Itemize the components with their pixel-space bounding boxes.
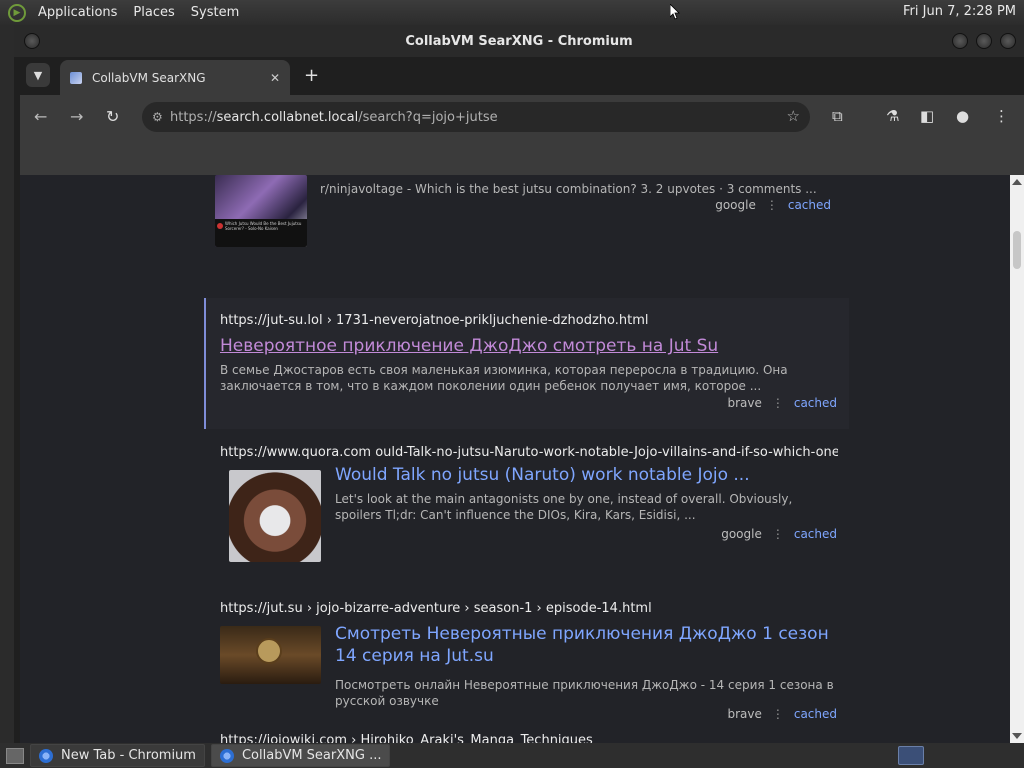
result-snippet: В семье Джостаров есть своя маленькая из… [220, 363, 788, 393]
result-title-link[interactable]: Невероятное приключение ДжоДжо смотреть … [220, 336, 718, 356]
top-panel: ▶ Applications Places System Fri Jun 7, … [0, 0, 1024, 25]
cached-link[interactable]: cached [794, 396, 837, 410]
maximize-button[interactable] [976, 33, 992, 49]
scroll-up-arrow-icon[interactable] [1012, 179, 1022, 185]
scrollbar-thumb[interactable] [1013, 231, 1021, 269]
bottom-taskbar: New Tab - Chromium CollabVM SearXNG ... [0, 743, 1024, 768]
labs-flask-icon[interactable]: ⚗ [886, 107, 899, 125]
forward-arrow-icon[interactable]: → [70, 107, 83, 126]
kebab-menu-icon[interactable]: ⋮ [994, 107, 1009, 125]
result-meta: brave ⋮ cached [727, 707, 837, 721]
search-result-1: r/ninjavoltage - Which is the best jutsu… [320, 175, 840, 225]
taskbar-item-new-tab[interactable]: New Tab - Chromium [30, 744, 205, 767]
extensions-puzzle-icon[interactable]: ⧉ [832, 107, 843, 125]
page-scrollbar[interactable] [1010, 175, 1024, 743]
profile-avatar-icon[interactable]: ● [956, 107, 969, 125]
result-engine: brave [727, 396, 762, 410]
result-thumbnail[interactable] [220, 626, 321, 684]
window-title: CollabVM SearXNG - Chromium [405, 33, 633, 49]
cached-link[interactable]: cached [794, 527, 837, 541]
window-menu-button[interactable] [24, 33, 40, 49]
result-thumbnail[interactable] [229, 470, 321, 562]
reload-icon[interactable]: ↻ [106, 107, 119, 126]
chevron-down-icon: ▼ [33, 68, 43, 82]
chromium-icon [39, 748, 53, 763]
scroll-down-arrow-icon[interactable] [1012, 733, 1022, 739]
show-desktop-icon[interactable] [6, 747, 24, 764]
search-result-2: https://jut-su.lol › 1731-neverojatnoe-p… [204, 298, 849, 429]
result-url[interactable]: https://jut.su › jojo-bizarre-adventure … [220, 601, 840, 616]
search-result-3-body: Would Talk no jutsu (Naruto) work notabl… [335, 465, 840, 565]
taskbar-item-label: CollabVM SearXNG ... [241, 748, 382, 763]
search-results-page: Which Jutsu Would Be the Best Jujutsu So… [20, 175, 1010, 743]
url-host: search.collabnet.local [216, 109, 359, 125]
tab-strip: ▼ CollabVM SearXNG ✕ + [20, 57, 1024, 95]
panel-clock[interactable]: Fri Jun 7, 2:28 PM [903, 4, 1016, 19]
taskbar-item-collabvm-searxng[interactable]: CollabVM SearXNG ... [210, 744, 391, 767]
chromium-icon [219, 748, 234, 763]
tray-chromium-icon[interactable] [898, 746, 924, 765]
tab-collabvm-searxng[interactable]: CollabVM SearXNG ✕ [60, 60, 290, 95]
result-url[interactable]: https://www.quora.com ould-Talk-no-jutsu… [220, 445, 838, 460]
meta-separator: ⋮ [771, 707, 784, 721]
meta-separator: ⋮ [765, 198, 778, 212]
result-meta: google ⋮ cached [715, 198, 831, 212]
back-arrow-icon[interactable]: ← [34, 107, 47, 126]
site-info-icon[interactable]: ⚙ [142, 110, 170, 124]
url-scheme: https:// [170, 109, 217, 125]
taskbar-item-label: New Tab - Chromium [61, 748, 196, 763]
url-path: /search?q=jojo+jutse [358, 109, 498, 125]
search-result-4-body: Смотреть Невероятные приключения ДжоДжо … [335, 623, 840, 723]
thumbnail-caption: Which Jutsu Would Be the Best Jujutsu So… [225, 221, 302, 231]
browser-window: CollabVM SearXNG - Chromium ▼ CollabVM S… [14, 25, 1024, 743]
distro-logo-icon[interactable]: ▶ [8, 3, 26, 22]
result-title-link[interactable]: Would Talk no jutsu (Naruto) work notabl… [335, 465, 840, 485]
result-snippet: Посмотреть онлайн Невероятные приключени… [335, 678, 834, 708]
places-menu[interactable]: Places [125, 5, 182, 20]
address-bar[interactable]: ⚙ https://search.collabnet.local/search?… [142, 102, 810, 132]
result-url[interactable]: https://jojowiki.com › Hirohiko_Araki's_… [220, 733, 840, 743]
result-snippet: r/ninjavoltage - Which is the best jutsu… [320, 182, 817, 196]
tab-label: CollabVM SearXNG [92, 70, 206, 85]
close-window-button[interactable] [1000, 33, 1016, 49]
cached-link[interactable]: cached [794, 707, 837, 721]
minimize-button[interactable] [952, 33, 968, 49]
result-snippet: Let's look at the main antagonists one b… [335, 492, 793, 522]
cached-link[interactable]: cached [788, 198, 831, 212]
tab-search-button[interactable]: ▼ [26, 63, 50, 87]
close-tab-icon[interactable]: ✕ [270, 71, 280, 85]
result-engine: google [715, 198, 756, 212]
result-engine: google [721, 527, 762, 541]
result-title-link[interactable]: Смотреть Невероятные приключения ДжоДжо … [335, 623, 840, 667]
mouse-cursor-icon [670, 4, 680, 20]
system-menu[interactable]: System [183, 5, 247, 20]
result-engine: brave [727, 707, 762, 721]
searxng-favicon-icon [70, 71, 82, 84]
applications-menu[interactable]: Applications [30, 5, 125, 20]
new-tab-button[interactable]: + [304, 65, 319, 86]
browser-toolbar: ← → ↻ ⚙ https://search.collabnet.local/s… [20, 95, 1024, 139]
bookmarks-bar [20, 139, 1024, 175]
result-url[interactable]: https://jut-su.lol › 1731-neverojatnoe-p… [220, 313, 648, 328]
bookmark-star-icon[interactable]: ☆ [787, 107, 800, 125]
window-titlebar[interactable]: CollabVM SearXNG - Chromium [14, 25, 1024, 57]
search-result-4: https://jut.su › jojo-bizarre-adventure … [220, 601, 840, 621]
result-meta: google ⋮ cached [721, 527, 837, 541]
result-meta: brave ⋮ cached [727, 396, 837, 410]
side-panel-icon[interactable]: ◧ [920, 107, 934, 125]
meta-separator: ⋮ [771, 396, 784, 410]
result-thumbnail[interactable]: Which Jutsu Would Be the Best Jujutsu So… [215, 175, 307, 247]
meta-separator: ⋮ [771, 527, 784, 541]
search-result-5: https://jojowiki.com › Hirohiko_Araki's_… [220, 733, 840, 743]
